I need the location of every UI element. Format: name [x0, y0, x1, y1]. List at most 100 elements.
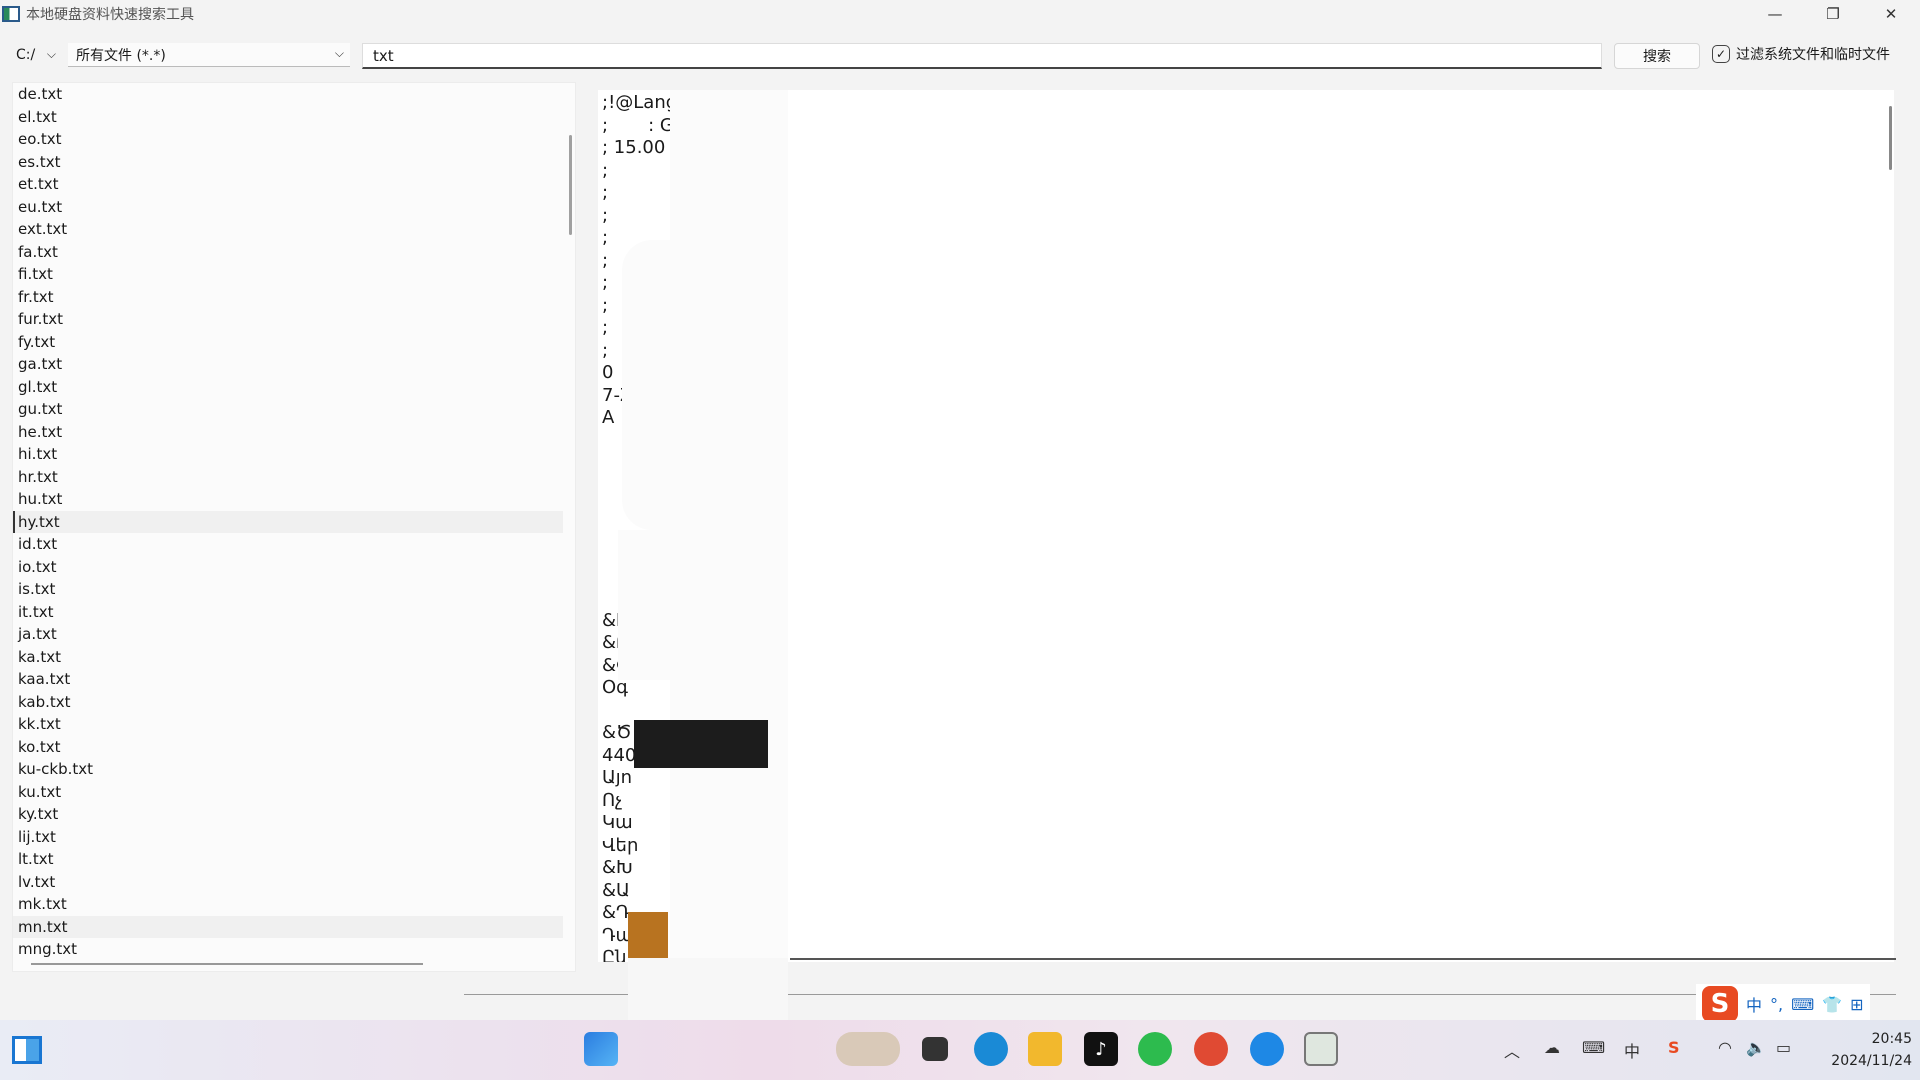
- file-list-item[interactable]: ku-ckb.txt: [13, 758, 563, 781]
- app-icon: [2, 6, 20, 22]
- input-method-icon[interactable]: 中: [1624, 1038, 1640, 1062]
- file-list-item[interactable]: fi.txt: [13, 263, 563, 286]
- file-list-horizontal-scrollbar[interactable]: [31, 963, 423, 965]
- wechat-icon[interactable]: [1138, 1032, 1172, 1066]
- ime-language-toggle[interactable]: 中: [1746, 992, 1762, 1016]
- content-horizontal-scrollbar[interactable]: [790, 958, 1896, 960]
- redaction-block: [634, 720, 768, 768]
- file-list-vertical-scrollbar[interactable]: [569, 135, 572, 235]
- file-list-item[interactable]: ext.txt: [13, 218, 563, 241]
- search-tool-app-icon[interactable]: [1304, 1032, 1338, 1066]
- file-list-item[interactable]: hu.txt: [13, 488, 563, 511]
- occluding-overlay: [618, 530, 678, 680]
- file-list-item[interactable]: ja.txt: [13, 623, 563, 646]
- clock[interactable]: 20:45 2024/11/24: [1812, 1028, 1912, 1072]
- file-list-item[interactable]: fr.txt: [13, 286, 563, 309]
- file-list-item[interactable]: lij.txt: [13, 826, 563, 849]
- occluding-overlay: [670, 90, 788, 962]
- occluding-overlay: [622, 240, 682, 530]
- sogou-logo-icon[interactable]: S: [1702, 986, 1738, 1022]
- app-red-icon[interactable]: [1194, 1032, 1228, 1066]
- file-list-item[interactable]: ga.txt: [13, 353, 563, 376]
- file-list-item[interactable]: de.txt: [13, 83, 563, 106]
- widgets-icon[interactable]: [12, 1036, 42, 1064]
- file-content-viewer[interactable]: ;!@Lang2; : Ge; 15.00 : H;;;;;;;;; 0 7-Z A &…: [598, 90, 1894, 962]
- file-list-item[interactable]: hy.txt: [13, 510, 563, 533]
- keyboard-icon[interactable]: ⌨: [1582, 1038, 1605, 1057]
- title-bar: 本地硬盘资料快速搜索工具 — ❐ ✕: [0, 0, 1920, 28]
- redaction-block: [628, 912, 668, 962]
- file-list-item[interactable]: es.txt: [13, 151, 563, 174]
- file-list-item[interactable]: mng.txt: [13, 938, 563, 961]
- file-type-value: 所有文件 (*.*): [76, 47, 166, 64]
- file-list-item[interactable]: fur.txt: [13, 308, 563, 331]
- checkbox-check-icon[interactable]: ✓: [1712, 45, 1730, 63]
- file-list-item[interactable]: ko.txt: [13, 736, 563, 759]
- window-title: 本地硬盘资料快速搜索工具: [26, 7, 194, 23]
- search-button[interactable]: 搜索: [1614, 43, 1700, 69]
- minimize-button[interactable]: —: [1746, 0, 1804, 28]
- file-list-item[interactable]: ku.txt: [13, 781, 563, 804]
- file-list-item[interactable]: io.txt: [13, 556, 563, 579]
- file-list-item[interactable]: eo.txt: [13, 128, 563, 151]
- chevron-down-icon: ⌵: [46, 47, 56, 61]
- ime-punctuation-toggle[interactable]: °,: [1770, 995, 1783, 1014]
- file-list-item[interactable]: id.txt: [13, 533, 563, 556]
- file-list-item[interactable]: kk.txt: [13, 713, 563, 736]
- filter-label: 过滤系统文件和临时文件: [1736, 47, 1890, 63]
- file-list-item[interactable]: is.txt: [13, 578, 563, 601]
- tray-overflow-icon[interactable]: ︿: [1504, 1038, 1520, 1062]
- maximize-button[interactable]: ❐: [1804, 0, 1862, 28]
- ime-keyboard-icon[interactable]: ⌨: [1791, 995, 1814, 1014]
- ime-toolbar: S 中 °, ⌨ 👕 ⊞: [1696, 984, 1870, 1024]
- ime-tools-icon[interactable]: ⊞: [1850, 995, 1863, 1014]
- file-list-item[interactable]: kaa.txt: [13, 668, 563, 691]
- file-list-item[interactable]: mk.txt: [13, 893, 563, 916]
- file-list-item[interactable]: gu.txt: [13, 398, 563, 421]
- file-list-item[interactable]: kab.txt: [13, 691, 563, 714]
- file-explorer-icon[interactable]: [1028, 1032, 1062, 1066]
- content-vertical-scrollbar[interactable]: [1889, 106, 1892, 170]
- volume-icon[interactable]: 🔈: [1746, 1038, 1766, 1057]
- clock-time: 20:45: [1871, 1031, 1912, 1047]
- taskbar: ♪ ︿ ☁ ⌨ 中 S ◠ 🔈 ▭ 20:45 2024/11/24: [0, 1020, 1920, 1080]
- app-blue-icon[interactable]: [1250, 1032, 1284, 1066]
- file-list-item[interactable]: he.txt: [13, 421, 563, 444]
- clock-date: 2024/11/24: [1831, 1053, 1912, 1069]
- drive-select-value: C:/: [16, 47, 36, 63]
- file-list-item[interactable]: ka.txt: [13, 646, 563, 669]
- file-list-item[interactable]: et.txt: [13, 173, 563, 196]
- file-list-item[interactable]: lv.txt: [13, 871, 563, 894]
- search-highlight-icon[interactable]: [836, 1032, 900, 1066]
- file-list-item[interactable]: fy.txt: [13, 331, 563, 354]
- search-input[interactable]: txt: [362, 43, 1602, 69]
- file-type-select[interactable]: 所有文件 (*.*) ⌵: [68, 43, 350, 67]
- chevron-down-icon: ⌵: [334, 46, 344, 60]
- task-view-icon[interactable]: [922, 1037, 948, 1061]
- file-list-item[interactable]: el.txt: [13, 106, 563, 129]
- file-list-panel: de.txt el.txt eo.txt es.txt et.txt eu.txt ext.…: [12, 82, 576, 972]
- file-list-item[interactable]: hi.txt: [13, 443, 563, 466]
- window-controls: — ❐ ✕: [1746, 0, 1920, 28]
- tiktok-icon[interactable]: ♪: [1084, 1032, 1118, 1066]
- cloud-offline-icon[interactable]: ☁: [1544, 1038, 1560, 1057]
- close-button[interactable]: ✕: [1862, 0, 1920, 28]
- edge-browser-icon[interactable]: [974, 1032, 1008, 1066]
- windows-start-icon[interactable]: [584, 1032, 618, 1066]
- battery-icon[interactable]: ▭: [1776, 1038, 1791, 1057]
- search-toolbar: C:/ ⌵ 所有文件 (*.*) ⌵ txt 搜索 ✓ 过滤系统文件和临时文件: [0, 40, 1920, 70]
- drive-select[interactable]: C:/ ⌵: [10, 44, 62, 66]
- file-list-item[interactable]: ky.txt: [13, 803, 563, 826]
- ime-skin-icon[interactable]: 👕: [1822, 995, 1842, 1014]
- file-list: de.txt el.txt eo.txt es.txt et.txt eu.txt ext.…: [13, 83, 563, 961]
- wifi-icon[interactable]: ◠: [1718, 1038, 1732, 1057]
- file-list-item[interactable]: mn.txt: [13, 915, 563, 938]
- file-list-item[interactable]: eu.txt: [13, 196, 563, 219]
- file-list-item[interactable]: it.txt: [13, 601, 563, 624]
- file-list-item[interactable]: fa.txt: [13, 241, 563, 264]
- file-list-item[interactable]: hr.txt: [13, 466, 563, 489]
- filter-system-files-checkbox[interactable]: ✓ 过滤系统文件和临时文件: [1712, 44, 1890, 64]
- sogou-tray-icon[interactable]: S: [1668, 1038, 1680, 1057]
- file-list-item[interactable]: lt.txt: [13, 848, 563, 871]
- file-list-item[interactable]: gl.txt: [13, 376, 563, 399]
